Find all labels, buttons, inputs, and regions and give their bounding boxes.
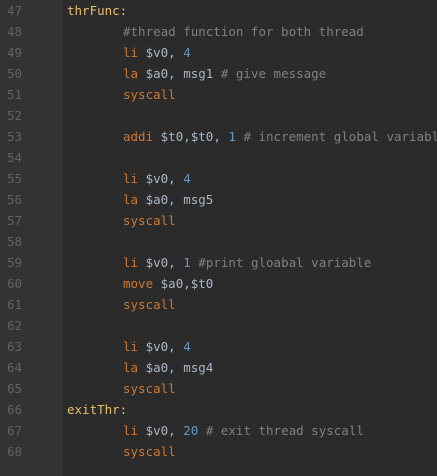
line-number: 48 — [6, 24, 22, 39]
code-keyword: syscall — [123, 213, 176, 228]
code-keyword: li — [123, 45, 139, 60]
line-number: 57 — [6, 213, 22, 228]
code-line[interactable]: li $v0, 4 — [62, 168, 437, 189]
code-keyword: li — [123, 171, 139, 186]
line-number: 52 — [6, 108, 22, 123]
line-number: 67 — [6, 423, 22, 438]
code-number: 1 — [183, 255, 191, 270]
code-number: 4 — [183, 339, 191, 354]
code-operands: $v0, — [145, 171, 176, 186]
code-editor[interactable]: thrFunc: #thread function for both thread… — [0, 0, 437, 476]
code-operands: $v0, — [145, 339, 176, 354]
line-number: 64 — [6, 360, 22, 375]
code-operands: $a0,$t0 — [160, 276, 214, 291]
code-keyword: la — [123, 66, 139, 81]
code-line[interactable]: addi $t0,$t0, 1 # increment global varia… — [62, 126, 437, 147]
code-comment: # exit thread syscall — [205, 423, 364, 438]
code-line[interactable]: la $a0, msg1 # give message — [62, 63, 437, 84]
line-number: 58 — [6, 234, 22, 249]
code-line[interactable] — [62, 315, 437, 336]
code-line[interactable]: syscall — [62, 378, 437, 399]
line-number: 59 — [6, 255, 22, 270]
code-line[interactable] — [62, 105, 437, 126]
code-operands: $a0, msg1 — [145, 66, 214, 81]
code-line[interactable] — [62, 231, 437, 252]
code-keyword: addi — [123, 129, 154, 144]
code-operands: $t0,$t0, — [160, 129, 221, 144]
line-number: 60 — [6, 276, 22, 291]
code-number: 1 — [228, 129, 236, 144]
code-line[interactable]: syscall — [62, 210, 437, 231]
line-number: 47 — [6, 3, 22, 18]
code-keyword: syscall — [123, 381, 176, 396]
code-operands: $a0, msg5 — [145, 192, 214, 207]
code-line[interactable]: syscall — [62, 294, 437, 315]
code-comment: # increment global variable — [243, 129, 437, 144]
line-number: 56 — [6, 192, 22, 207]
code-line[interactable]: syscall — [62, 441, 437, 462]
code-number: 4 — [183, 171, 191, 186]
code-number: 20 — [183, 423, 199, 438]
code-line[interactable]: li $v0, 1 #print gloabal variable — [62, 252, 437, 273]
code-line[interactable]: li $v0, 4 — [62, 336, 437, 357]
line-number: 49 — [6, 45, 22, 60]
line-number: 51 — [6, 87, 22, 102]
code-comment: #print gloabal variable — [198, 255, 372, 270]
code-area[interactable]: thrFunc: #thread function for both thread… — [62, 0, 437, 476]
code-label: thrFunc: — [67, 3, 128, 18]
code-comment: # give message — [220, 66, 327, 81]
code-keyword: la — [123, 360, 139, 375]
code-line[interactable]: move $a0,$t0 — [62, 273, 437, 294]
code-line[interactable]: la $a0, msg4 — [62, 357, 437, 378]
line-number: 68 — [6, 444, 22, 459]
line-number: 63 — [6, 339, 22, 354]
code-label: exitThr: — [67, 402, 128, 417]
line-number: 54 — [6, 150, 22, 165]
code-keyword: li — [123, 339, 139, 354]
line-number: 55 — [6, 171, 22, 186]
code-keyword: li — [123, 255, 139, 270]
line-number: 53 — [6, 129, 22, 144]
code-keyword: syscall — [123, 87, 176, 102]
code-keyword: syscall — [123, 297, 176, 312]
code-line[interactable]: exitThr: — [62, 399, 437, 420]
code-number: 4 — [183, 45, 191, 60]
line-number: 50 — [6, 66, 22, 81]
code-line[interactable]: la $a0, msg5 — [62, 189, 437, 210]
code-keyword: li — [123, 423, 139, 438]
code-line[interactable] — [62, 147, 437, 168]
code-line[interactable]: thrFunc: — [62, 0, 437, 21]
line-number: 61 — [6, 297, 22, 312]
code-line[interactable]: li $v0, 20 # exit thread syscall — [62, 420, 437, 441]
code-operands: $v0, — [145, 255, 176, 270]
line-number: 65 — [6, 381, 22, 396]
code-operands: $v0, — [145, 45, 176, 60]
code-line[interactable]: li $v0, 4 — [62, 42, 437, 63]
code-line[interactable]: syscall — [62, 84, 437, 105]
code-keyword: la — [123, 192, 139, 207]
code-line[interactable]: #thread function for both thread — [62, 21, 437, 42]
code-operands: $a0, msg4 — [145, 360, 214, 375]
code-keyword: syscall — [123, 444, 176, 459]
line-number: 66 — [6, 402, 22, 417]
code-keyword: move — [123, 276, 154, 291]
code-operands: $v0, — [145, 423, 176, 438]
code-comment: #thread function for both thread — [123, 24, 364, 39]
line-number: 62 — [6, 318, 22, 333]
